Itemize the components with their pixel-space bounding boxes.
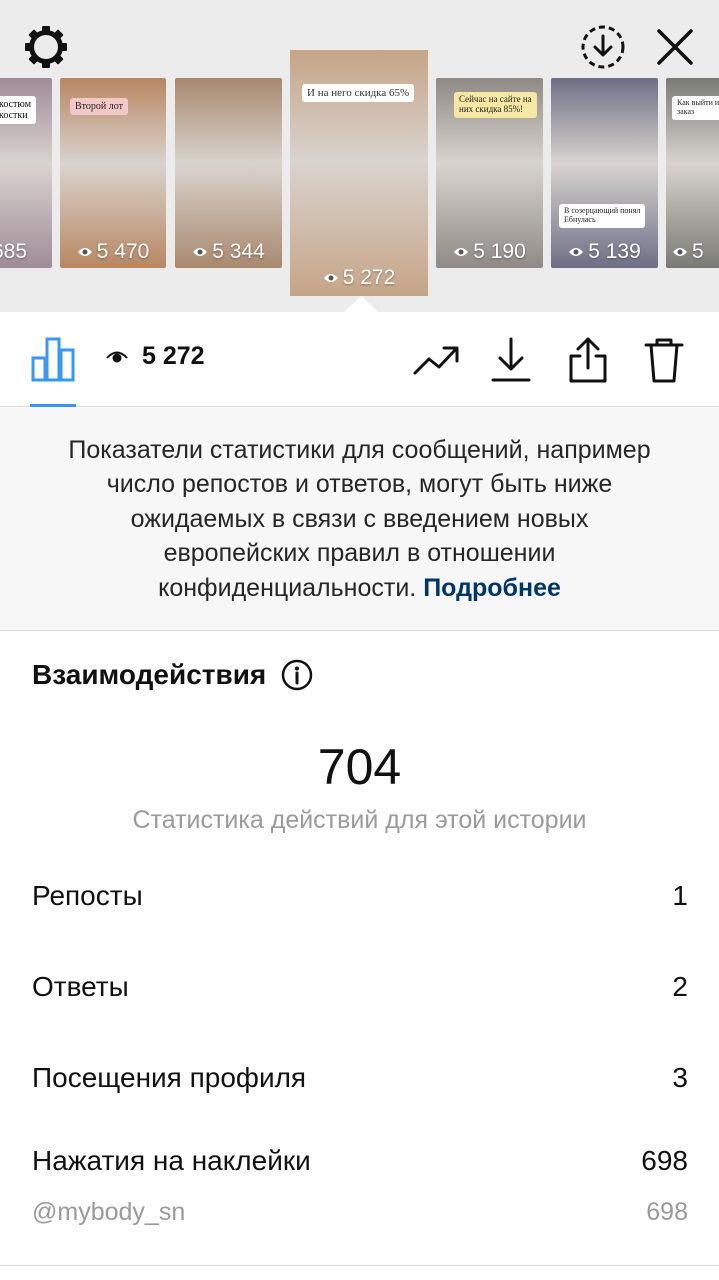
story-views: 5 bbox=[672, 240, 719, 264]
download-story-button[interactable] bbox=[576, 20, 630, 74]
stat-row-reposts: Репосты 1 bbox=[32, 880, 688, 912]
story-views: 5 344 bbox=[175, 240, 282, 264]
eye-icon bbox=[106, 351, 128, 362]
story-views: 5 272 bbox=[290, 266, 428, 290]
story-sticker: Сейчас на сайте на них скидка 85%! bbox=[454, 92, 537, 118]
info-button[interactable] bbox=[280, 658, 314, 692]
gear-icon bbox=[25, 26, 67, 68]
eye-icon bbox=[454, 248, 469, 256]
stat-value: 698 bbox=[641, 1145, 688, 1176]
close-icon bbox=[657, 29, 693, 65]
close-button[interactable] bbox=[648, 20, 702, 74]
tab-statistics[interactable] bbox=[26, 334, 80, 384]
story-thumbnail[interactable]: Сейчас на сайте на них скидка 85%! 5 190 bbox=[436, 78, 543, 268]
story-sticker: Как выйти и заказ bbox=[672, 96, 719, 120]
learn-more-link[interactable]: Подробнее bbox=[423, 574, 561, 602]
eye-icon bbox=[77, 248, 92, 256]
story-thumbnail[interactable]: 5 344 bbox=[175, 78, 282, 268]
stat-row-sticker-taps: Нажатия на наклейки 698 bbox=[32, 1145, 688, 1177]
story-insights-screen: костюм костки 685 Второй лот 5 470 5 344… bbox=[0, 0, 719, 1280]
privacy-notice: Показатели статистики для сообщений, нап… bbox=[0, 408, 719, 631]
views-value: 5 272 bbox=[142, 342, 205, 370]
stat-label: Посещения профиля bbox=[32, 1062, 307, 1093]
settings-button[interactable] bbox=[18, 22, 74, 72]
stat-row-profile-visits: Посещения профиля 3 bbox=[32, 1062, 688, 1094]
eye-icon bbox=[673, 248, 687, 256]
section-title: Взаимодействия bbox=[32, 659, 267, 690]
views-count: 5 272 bbox=[106, 342, 205, 371]
story-sticker: костюм костки bbox=[0, 96, 37, 124]
insights-toolbar: 5 272 bbox=[0, 312, 719, 407]
story-thumbnail[interactable]: Второй лот 5 470 bbox=[60, 78, 166, 268]
story-views: 5 470 bbox=[60, 240, 166, 264]
stat-value: 1 bbox=[672, 880, 688, 911]
share-button[interactable] bbox=[561, 334, 615, 386]
active-tab-indicator bbox=[30, 404, 76, 407]
story-sticker: И на него скидка 65% bbox=[302, 84, 415, 103]
story-thumbnail-selected[interactable]: И на него скидка 65% 5 272 bbox=[290, 50, 428, 296]
trending-up-icon bbox=[413, 346, 459, 375]
story-thumbnail[interactable]: костюм костки 685 bbox=[0, 78, 52, 268]
eye-icon bbox=[323, 274, 338, 282]
download-circle-icon bbox=[581, 25, 625, 69]
eye-icon bbox=[193, 248, 208, 256]
stat-label: Репосты bbox=[32, 880, 143, 911]
mention-value: 698 bbox=[646, 1198, 688, 1226]
stat-value: 2 bbox=[672, 971, 688, 1002]
divider bbox=[0, 1265, 719, 1266]
story-views: 5 139 bbox=[551, 240, 658, 264]
download-icon bbox=[491, 337, 531, 382]
interactions-caption: Статистика действий для этой истории bbox=[132, 806, 587, 834]
story-thumbnail[interactable]: В созерцающий понял Ебнулась 5 139 bbox=[551, 78, 658, 268]
notice-text: Показатели статистики для сообщений, нап… bbox=[68, 435, 651, 602]
selection-caret bbox=[343, 296, 379, 313]
interactions-header: Взаимодействия bbox=[32, 658, 314, 692]
share-icon bbox=[569, 337, 607, 383]
story-thumbnail[interactable]: Как выйти и заказ 5 bbox=[666, 78, 719, 268]
trash-icon bbox=[644, 338, 684, 383]
stat-subrow-mention: @mybody_sn 698 bbox=[32, 1198, 688, 1227]
delete-button[interactable] bbox=[637, 334, 691, 386]
story-sticker: Второй лот bbox=[70, 98, 128, 115]
interactions-total: 704 bbox=[317, 739, 402, 795]
info-icon bbox=[282, 659, 313, 691]
story-views: 5 190 bbox=[436, 240, 543, 264]
save-button[interactable] bbox=[484, 334, 538, 386]
bar-chart-icon bbox=[31, 337, 75, 382]
stat-value: 3 bbox=[672, 1062, 688, 1093]
promote-button[interactable] bbox=[409, 334, 463, 386]
stat-label: Ответы bbox=[32, 971, 129, 1002]
story-sticker: В созерцающий понял Ебнулась bbox=[559, 204, 646, 228]
stat-label: Нажатия на наклейки bbox=[32, 1145, 311, 1176]
story-views: 685 bbox=[0, 240, 28, 263]
story-strip[interactable]: костюм костки 685 Второй лот 5 470 5 344… bbox=[0, 0, 719, 313]
eye-icon bbox=[569, 248, 584, 256]
stat-row-replies: Ответы 2 bbox=[32, 971, 688, 1003]
mention-label[interactable]: @mybody_sn bbox=[32, 1198, 185, 1227]
